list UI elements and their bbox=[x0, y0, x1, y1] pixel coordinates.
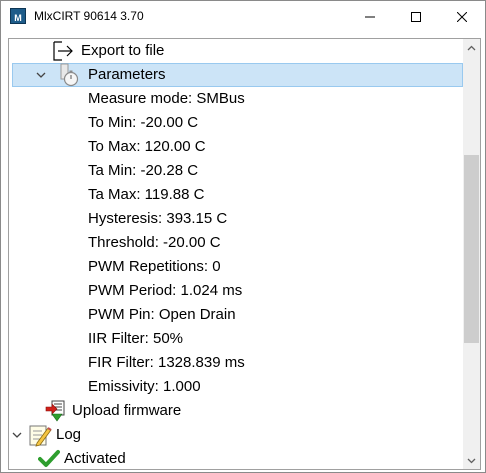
check-icon bbox=[37, 447, 61, 469]
tree-item-activated[interactable]: Activated bbox=[9, 447, 463, 469]
chevron-down-icon[interactable] bbox=[35, 69, 47, 81]
vertical-scrollbar[interactable] bbox=[463, 39, 480, 469]
scroll-down-icon bbox=[467, 458, 476, 463]
stopwatch-icon bbox=[57, 63, 81, 87]
maximize-button[interactable] bbox=[393, 1, 439, 32]
title-bar[interactable]: M MlxCIRT 90614 3.70 bbox=[1, 1, 485, 32]
parameter-item-ta-min[interactable]: Ta Min: -20.28 C bbox=[9, 159, 463, 183]
parameter-item-measure-mode[interactable]: Measure mode: SMBus bbox=[9, 87, 463, 111]
tree-item-label: Export to file bbox=[81, 42, 165, 59]
close-icon bbox=[457, 11, 467, 22]
maximize-icon bbox=[411, 11, 421, 22]
minimize-button[interactable] bbox=[347, 1, 393, 32]
parameter-item-pwm-repetitions[interactable]: PWM Repetitions: 0 bbox=[9, 255, 463, 279]
chevron-down-icon[interactable] bbox=[11, 429, 23, 441]
parameter-label: To Max: 120.00 C bbox=[88, 138, 206, 155]
scroll-up-icon bbox=[467, 45, 476, 50]
parameter-item-fir-filter[interactable]: FIR Filter: 1328.839 ms bbox=[9, 351, 463, 375]
log-pencil-icon bbox=[28, 423, 52, 447]
tree-item-label: Upload firmware bbox=[72, 402, 182, 419]
parameter-item-pwm-period[interactable]: PWM Period: 1.024 ms bbox=[9, 279, 463, 303]
parameter-label: Ta Min: -20.28 C bbox=[88, 162, 199, 179]
parameter-item-emissivity[interactable]: Emissivity: 1.000 bbox=[9, 375, 463, 399]
parameter-item-threshold[interactable]: Threshold: -20.00 C bbox=[9, 231, 463, 255]
tree-item-label: Parameters bbox=[88, 66, 166, 83]
minimize-icon bbox=[365, 16, 375, 17]
scrollbar-thumb[interactable] bbox=[464, 155, 479, 343]
window-title: MlxCIRT 90614 3.70 bbox=[34, 9, 144, 23]
upload-firmware-icon bbox=[43, 399, 67, 423]
parameter-label: Emissivity: 1.000 bbox=[88, 378, 201, 395]
tree-item-log[interactable]: Log bbox=[9, 423, 463, 447]
tree-item-upload-firmware[interactable]: Upload firmware bbox=[9, 399, 463, 423]
parameter-label: Hysteresis: 393.15 C bbox=[88, 210, 228, 227]
parameter-item-pwm-pin[interactable]: PWM Pin: Open Drain bbox=[9, 303, 463, 327]
tree-item-export-to-file[interactable]: Export to file bbox=[9, 39, 463, 63]
parameter-label: To Min: -20.00 C bbox=[88, 114, 199, 131]
parameter-item-iir-filter[interactable]: IIR Filter: 50% bbox=[9, 327, 463, 351]
parameter-label: Ta Max: 119.88 C bbox=[88, 186, 205, 203]
tree-item-parameters[interactable]: Parameters bbox=[12, 63, 463, 87]
parameter-label: PWM Pin: Open Drain bbox=[88, 306, 236, 323]
parameter-label: Measure mode: SMBus bbox=[88, 90, 245, 107]
app-logo-icon: M bbox=[10, 8, 26, 24]
export-arrow-icon bbox=[51, 39, 75, 63]
scroll-up-button[interactable] bbox=[463, 39, 480, 56]
parameter-label: IIR Filter: 50% bbox=[88, 330, 184, 347]
parameter-item-ta-max[interactable]: Ta Max: 119.88 C bbox=[9, 183, 463, 207]
app-window: M MlxCIRT 90614 3.70 Export to file Para… bbox=[0, 0, 486, 473]
parameter-label: Threshold: -20.00 C bbox=[88, 234, 221, 251]
scroll-down-button[interactable] bbox=[463, 452, 480, 469]
tree-item-label: Log bbox=[56, 426, 82, 443]
parameter-label: PWM Repetitions: 0 bbox=[88, 258, 221, 275]
parameter-item-to-max[interactable]: To Max: 120.00 C bbox=[9, 135, 463, 159]
parameter-item-hysteresis[interactable]: Hysteresis: 393.15 C bbox=[9, 207, 463, 231]
parameter-label: PWM Period: 1.024 ms bbox=[88, 282, 243, 299]
close-button[interactable] bbox=[439, 1, 485, 32]
tree-item-label: Activated bbox=[64, 450, 126, 467]
tree-view-panel: Export to file Parameters Measure mode: … bbox=[8, 38, 481, 470]
tree-view: Export to file Parameters Measure mode: … bbox=[9, 39, 463, 469]
parameter-item-to-min[interactable]: To Min: -20.00 C bbox=[9, 111, 463, 135]
parameter-label: FIR Filter: 1328.839 ms bbox=[88, 354, 245, 371]
